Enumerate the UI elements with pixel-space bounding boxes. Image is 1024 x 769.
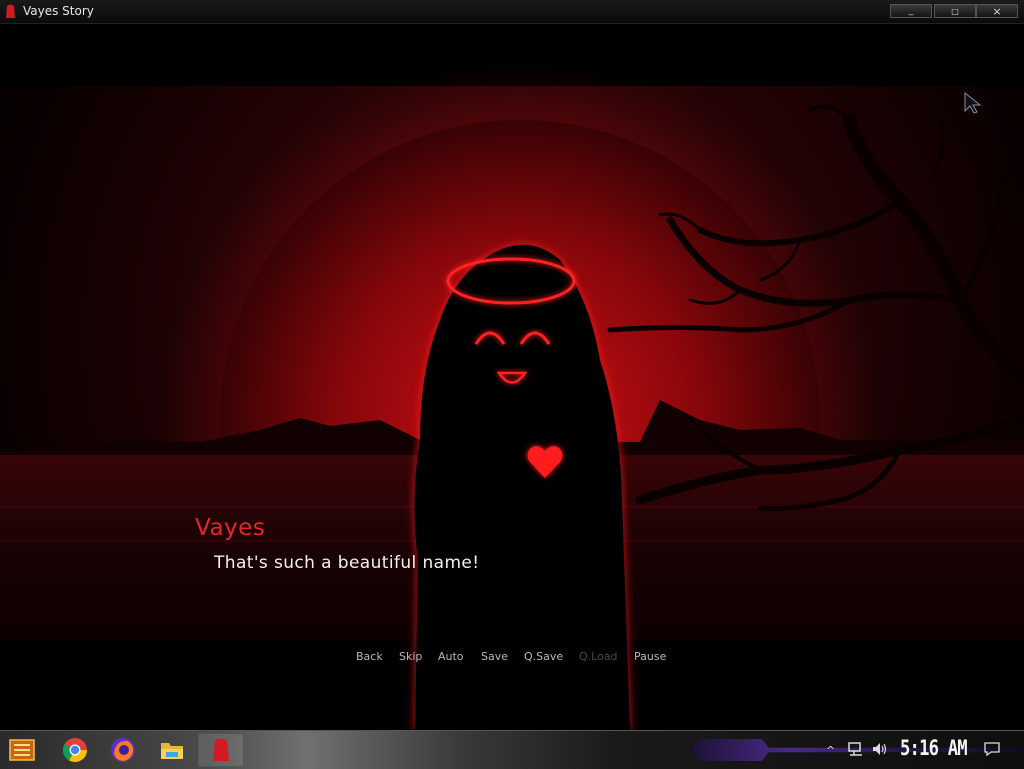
network-icon[interactable] — [847, 741, 865, 757]
game-window: Vayes Story _ □ × Vayes That's such a be… — [0, 0, 1024, 730]
chrome-icon[interactable] — [59, 735, 91, 765]
game-scene[interactable] — [0, 24, 1024, 730]
taskbar-clock[interactable]: 5:16 AM — [900, 736, 968, 760]
minimize-button[interactable]: _ — [890, 4, 932, 18]
speaker-name: Vayes — [195, 515, 266, 541]
close-button[interactable]: × — [976, 4, 1018, 18]
title-bar[interactable]: Vayes Story _ □ × — [0, 0, 1024, 24]
quick-menu-qload: Q.Load — [579, 650, 618, 663]
notification-icon[interactable] — [983, 741, 1001, 757]
window-title: Vayes Story — [23, 4, 94, 18]
start-icon[interactable] — [6, 735, 38, 765]
maximize-button[interactable]: □ — [934, 4, 976, 18]
vayes-app-icon — [6, 4, 15, 18]
show-hidden-icons[interactable]: ^ — [826, 744, 835, 757]
quick-menu-back[interactable]: Back — [356, 650, 383, 663]
firefox-icon[interactable] — [107, 735, 139, 765]
quick-menu-auto[interactable]: Auto — [438, 650, 464, 663]
file-explorer-icon[interactable] — [156, 735, 188, 765]
scene-background — [0, 24, 1024, 730]
mouse-cursor-icon — [964, 92, 982, 114]
quick-menu-pause[interactable]: Pause — [634, 650, 666, 663]
quick-menu-skip[interactable]: Skip — [399, 650, 422, 663]
volume-icon[interactable] — [871, 741, 889, 757]
quick-menu-save[interactable]: Save — [481, 650, 508, 663]
vayes-story-icon[interactable] — [205, 735, 237, 765]
quick-menu-qsave[interactable]: Q.Save — [524, 650, 563, 663]
dialogue-text[interactable]: That's such a beautiful name! — [214, 553, 480, 573]
